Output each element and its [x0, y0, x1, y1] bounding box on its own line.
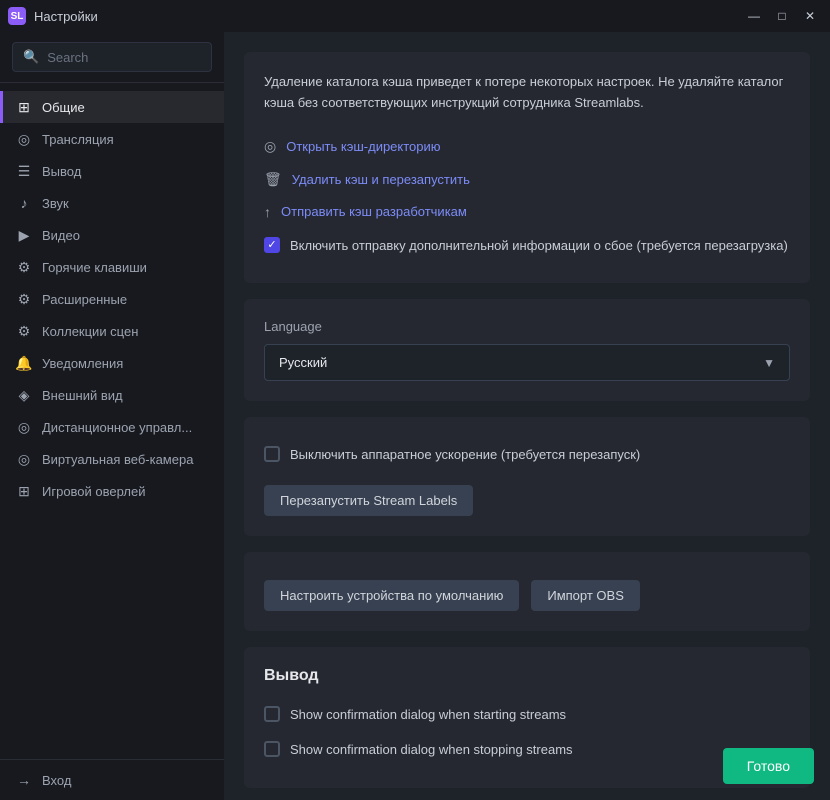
- import-obs-button[interactable]: Импорт OBS: [531, 580, 640, 611]
- hardware-section: Выключить аппаратное ускорение (требуетс…: [244, 417, 810, 536]
- login-label: Вход: [42, 773, 71, 788]
- confirm-start-label: Show confirmation dialog when starting s…: [290, 705, 566, 725]
- cache-section: Удаление каталога кэша приведет к потере…: [244, 52, 810, 283]
- notifications-icon: 🔔: [16, 355, 32, 371]
- hardware-label: Выключить аппаратное ускорение (требуетс…: [290, 445, 640, 465]
- remote-icon: ◎: [16, 419, 32, 435]
- app-icon: SL: [8, 7, 26, 25]
- checkmark-icon: ✓: [267, 238, 276, 251]
- sidebar-item-hotkeys[interactable]: ⚙ Горячие клавиши: [0, 251, 224, 283]
- output-section-title: Вывод: [264, 667, 790, 685]
- sidebar-item-notifications[interactable]: 🔔 Уведомления: [0, 347, 224, 379]
- sidebar-item-video[interactable]: ▶ Видео: [0, 219, 224, 251]
- search-input[interactable]: [47, 50, 201, 65]
- confirm-stop-checkbox[interactable]: [264, 741, 280, 757]
- main-layout: 🔍 ⊞ Общие ◎ Трансляция ☰ Вывод ♪ Звук: [0, 32, 830, 800]
- open-cache-label: Открыть кэш-директорию: [286, 139, 440, 154]
- sidebar-item-label: Дистанционное управл...: [42, 420, 192, 435]
- restart-stream-labels-button[interactable]: Перезапустить Stream Labels: [264, 485, 473, 516]
- sidebar-item-audio[interactable]: ♪ Звук: [0, 187, 224, 219]
- cache-warning-text: Удаление каталога кэша приведет к потере…: [264, 72, 790, 114]
- advanced-icon: ⚙: [16, 291, 32, 307]
- crash-info-checkbox-row: ✓ Включить отправку дополнительной инфор…: [264, 228, 790, 264]
- hotkeys-icon: ⚙: [16, 259, 32, 275]
- sidebar-item-label: Звук: [42, 196, 69, 211]
- open-cache-action[interactable]: ◎ Открыть кэш-директорию: [264, 130, 790, 163]
- appearance-icon: ◈: [16, 387, 32, 403]
- output-icon: ☰: [16, 163, 32, 179]
- sidebar-item-webcam[interactable]: ◎ Виртуальная веб-камера: [0, 443, 224, 475]
- sidebar-item-output[interactable]: ☰ Вывод: [0, 155, 224, 187]
- sidebar-item-label: Трансляция: [42, 132, 114, 147]
- grid-icon: ⊞: [16, 99, 32, 115]
- window-controls: — □ ✕: [742, 7, 822, 25]
- close-button[interactable]: ✕: [798, 7, 822, 25]
- title-bar: SL Настройки — □ ✕: [0, 0, 830, 32]
- sidebar-item-label: Вывод: [42, 164, 81, 179]
- done-button[interactable]: Готово: [723, 748, 814, 784]
- login-icon: →: [16, 772, 32, 788]
- sidebar-item-label: Коллекции сцен: [42, 324, 138, 339]
- chevron-down-icon: ▼: [763, 356, 775, 370]
- sidebar-nav: ⊞ Общие ◎ Трансляция ☰ Вывод ♪ Звук ▶ Ви…: [0, 83, 224, 759]
- title-bar-left: SL Настройки: [8, 7, 98, 25]
- sidebar-item-label: Внешний вид: [42, 388, 123, 403]
- sidebar-item-label: Виртуальная веб-камера: [42, 452, 193, 467]
- sidebar-item-label: Общие: [42, 100, 85, 115]
- device-btn-row: Настроить устройства по умолчанию Импорт…: [264, 580, 790, 611]
- sidebar-item-scenes[interactable]: ⚙ Коллекции сцен: [0, 315, 224, 347]
- content-area: Удаление каталога кэша приведет к потере…: [224, 32, 830, 800]
- language-section: Language Русский ▼: [244, 299, 810, 401]
- delete-cache-action[interactable]: 🗑 Удалить кэш и перезапустить: [264, 163, 790, 196]
- language-select[interactable]: Русский ▼: [264, 344, 790, 381]
- upload-icon: ↑: [264, 204, 271, 220]
- sidebar-item-label: Горячие клавиши: [42, 260, 147, 275]
- language-select-container: Русский ▼: [264, 344, 790, 381]
- audio-icon: ♪: [16, 195, 32, 211]
- sidebar-item-general[interactable]: ⊞ Общие: [0, 91, 224, 123]
- crash-info-checkbox[interactable]: ✓: [264, 237, 280, 253]
- send-cache-action[interactable]: ↑ Отправить кэш разработчикам: [264, 196, 790, 228]
- sidebar-item-label: Видео: [42, 228, 80, 243]
- scenes-icon: ⚙: [16, 323, 32, 339]
- sidebar: 🔍 ⊞ Общие ◎ Трансляция ☰ Вывод ♪ Звук: [0, 32, 224, 800]
- sidebar-item-broadcast[interactable]: ◎ Трансляция: [0, 123, 224, 155]
- device-section: Настроить устройства по умолчанию Импорт…: [244, 552, 810, 631]
- sidebar-item-advanced[interactable]: ⚙ Расширенные: [0, 283, 224, 315]
- configure-devices-button[interactable]: Настроить устройства по умолчанию: [264, 580, 519, 611]
- delete-cache-label: Удалить кэш и перезапустить: [292, 172, 470, 187]
- sidebar-item-remote[interactable]: ◎ Дистанционное управл...: [0, 411, 224, 443]
- minimize-button[interactable]: —: [742, 7, 766, 25]
- sidebar-item-appearance[interactable]: ◈ Внешний вид: [0, 379, 224, 411]
- video-icon: ▶: [16, 227, 32, 243]
- login-item[interactable]: → Вход: [16, 772, 208, 788]
- sidebar-item-label: Расширенные: [42, 292, 127, 307]
- search-icon: 🔍: [23, 49, 39, 65]
- confirm-stop-label: Show confirmation dialog when stopping s…: [290, 740, 573, 760]
- sidebar-item-label: Игровой оверлей: [42, 484, 146, 499]
- eye-icon: ◎: [264, 138, 276, 155]
- broadcast-icon: ◎: [16, 131, 32, 147]
- overlay-icon: ⊞: [16, 483, 32, 499]
- sidebar-footer: → Вход: [0, 759, 224, 800]
- search-box: 🔍: [12, 42, 212, 72]
- language-label: Language: [264, 319, 790, 334]
- webcam-icon: ◎: [16, 451, 32, 467]
- confirm-start-checkbox[interactable]: [264, 706, 280, 722]
- sidebar-item-label: Уведомления: [42, 356, 123, 371]
- done-button-container: Готово: [723, 748, 814, 784]
- hardware-checkbox[interactable]: [264, 446, 280, 462]
- confirm-stop-row: Show confirmation dialog when stopping s…: [264, 732, 790, 768]
- confirm-start-row: Show confirmation dialog when starting s…: [264, 697, 790, 733]
- sidebar-item-overlay[interactable]: ⊞ Игровой оверлей: [0, 475, 224, 507]
- maximize-button[interactable]: □: [770, 7, 794, 25]
- search-container: 🔍: [0, 32, 224, 83]
- trash-icon: 🗑: [264, 171, 282, 188]
- language-selected-value: Русский: [279, 355, 327, 370]
- send-cache-label: Отправить кэш разработчикам: [281, 204, 467, 219]
- crash-info-label: Включить отправку дополнительной информа…: [290, 236, 788, 256]
- hardware-checkbox-row: Выключить аппаратное ускорение (требуетс…: [264, 437, 790, 473]
- window-title: Настройки: [34, 9, 98, 24]
